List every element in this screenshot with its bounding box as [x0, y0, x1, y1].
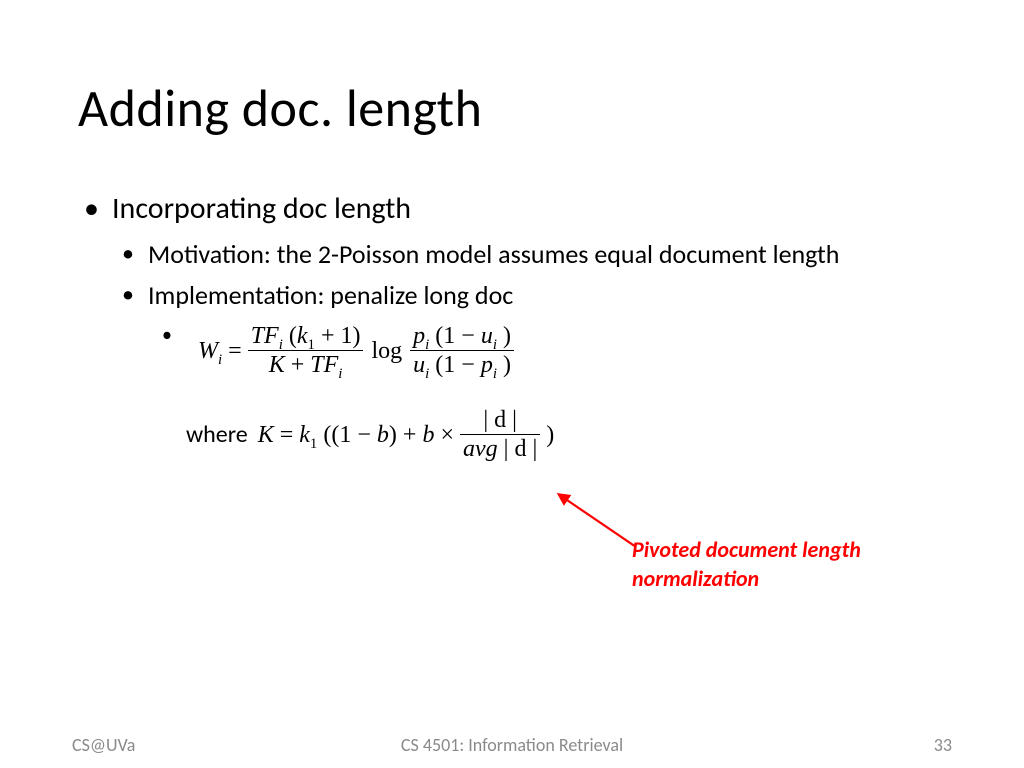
- annotation-label: Pivoted document length normalization: [632, 536, 932, 593]
- slide-body: Incorporating doc length Motivation: the…: [78, 190, 938, 463]
- arrow-icon: [554, 492, 644, 554]
- footer-center: CS 4501: Information Retrieval: [0, 734, 1024, 756]
- equation-weight: Wi = TFi (k1 + 1) K + TFi: [198, 323, 514, 379]
- bullet-level2-implementation: Implementation: penalize long doc: [78, 279, 938, 313]
- footer-page-number: 33: [934, 734, 952, 756]
- equation-K: K = k1 ((1 − b) + b × | d | avg | d | ): [258, 407, 555, 463]
- bullet-level2-motivation: Motivation: the 2-Poisson model assumes …: [78, 238, 938, 272]
- slide-title: Adding doc. length: [78, 76, 482, 140]
- slide: Adding doc. length Incorporating doc len…: [0, 0, 1024, 768]
- where-clause: where K = k1 ((1 − b) + b × | d | avg | …: [78, 407, 938, 463]
- where-label: where: [186, 420, 248, 450]
- bullet-level1: Incorporating doc length: [78, 190, 938, 228]
- bullet-level3-equation: Wi = TFi (k1 + 1) K + TFi: [78, 323, 938, 379]
